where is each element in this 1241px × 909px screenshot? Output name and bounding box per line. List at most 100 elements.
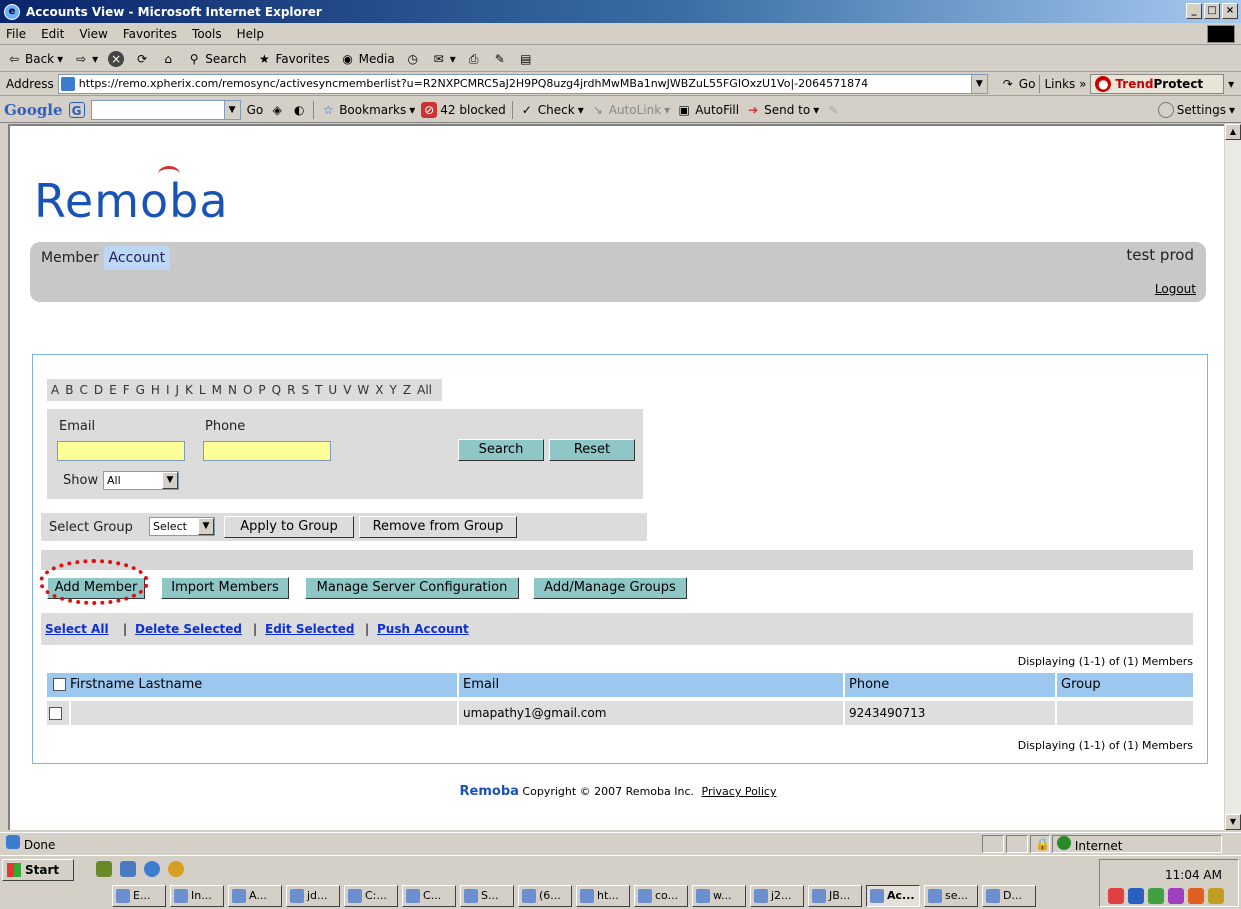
show-select[interactable]: All ▼ — [103, 471, 179, 490]
column-header-email[interactable]: Email — [459, 673, 845, 697]
taskbar-item[interactable]: w... — [692, 885, 746, 907]
letter-filter-t[interactable]: T — [315, 383, 322, 397]
close-button[interactable]: × — [1222, 3, 1238, 19]
select-all-link[interactable]: Select All — [45, 622, 109, 636]
letter-filter-m[interactable]: M — [212, 383, 222, 397]
discuss-button[interactable]: ▤ — [518, 51, 534, 67]
letter-filter-p[interactable]: P — [258, 383, 265, 397]
taskbar-item[interactable]: jd... — [286, 885, 340, 907]
autolink-button[interactable]: ↘ AutoLink ▾ — [590, 102, 671, 118]
search-button[interactable]: ⚲ Search — [186, 51, 247, 67]
remove-from-group-button[interactable]: Remove from Group — [359, 516, 517, 538]
google-go-button[interactable]: Go — [247, 103, 264, 117]
manage-server-configuration-button[interactable]: Manage Server Configuration — [305, 577, 519, 599]
maximize-button[interactable]: □ — [1204, 3, 1220, 19]
taskbar-item[interactable]: ht... — [576, 885, 630, 907]
letter-filter-y[interactable]: Y — [390, 383, 397, 397]
letter-filter-l[interactable]: L — [199, 383, 206, 397]
taskbar-item[interactable]: A... — [228, 885, 282, 907]
reset-button[interactable]: Reset — [549, 439, 635, 461]
clock[interactable]: 11:04 AM — [1165, 868, 1222, 882]
autofill-button[interactable]: ▣ AutoFill — [676, 102, 740, 118]
menu-edit[interactable]: Edit — [41, 27, 64, 41]
go-button[interactable]: ↷ Go — [1000, 76, 1036, 92]
menu-view[interactable]: View — [79, 27, 107, 41]
menu-tools[interactable]: Tools — [192, 27, 222, 41]
letter-filter-g[interactable]: G — [136, 383, 145, 397]
letter-filter-a[interactable]: A — [51, 383, 59, 397]
settings-button[interactable]: Settings ▾ — [1157, 101, 1235, 118]
spellcheck-button[interactable]: ✓ Check ▾ — [519, 102, 584, 118]
letter-filter-u[interactable]: U — [328, 383, 337, 397]
search-button[interactable]: Search — [458, 439, 544, 461]
taskbar-item[interactable]: In... — [170, 885, 224, 907]
letter-filter-k[interactable]: K — [185, 383, 193, 397]
tray-security-icon[interactable] — [1148, 888, 1164, 904]
letter-filter-b[interactable]: B — [65, 383, 73, 397]
add-manage-groups-button[interactable]: Add/Manage Groups — [533, 577, 687, 599]
scroll-up-icon[interactable]: ▲ — [1225, 124, 1241, 140]
import-members-button[interactable]: Import Members — [161, 577, 289, 599]
toolbar-chevron-icon[interactable]: ▾ — [1228, 77, 1234, 91]
scroll-down-icon[interactable]: ▼ — [1225, 814, 1241, 830]
column-header-group[interactable]: Group — [1057, 673, 1193, 697]
push-account-link[interactable]: Push Account — [377, 622, 469, 636]
menu-favorites[interactable]: Favorites — [123, 27, 177, 41]
group-select[interactable]: Select ▼ — [149, 517, 215, 536]
address-dropdown-icon[interactable]: ▼ — [970, 74, 987, 93]
quicklaunch-ie-icon[interactable] — [144, 861, 160, 877]
letter-filter-all[interactable]: All — [417, 383, 432, 397]
sendto-button[interactable]: ➔ Send to ▾ — [745, 102, 819, 118]
column-header-name[interactable]: Firstname Lastname — [47, 673, 459, 697]
tray-java-icon[interactable] — [1208, 888, 1224, 904]
print-button[interactable]: ⎙ — [466, 51, 482, 67]
letter-filter-q[interactable]: Q — [272, 383, 281, 397]
home-button[interactable]: ⌂ — [160, 51, 176, 67]
minimize-button[interactable]: _ — [1186, 3, 1202, 19]
trendprotect-button[interactable]: ● Trend Protect — [1090, 73, 1225, 94]
show-desktop-icon[interactable] — [96, 861, 112, 877]
taskbar-item[interactable]: D... — [982, 885, 1036, 907]
taskbar-item[interactable]: S... — [460, 885, 514, 907]
taskbar-item[interactable]: E... — [112, 885, 166, 907]
row-name[interactable] — [71, 701, 459, 725]
logout-link[interactable]: Logout — [1155, 282, 1196, 296]
letter-filter-h[interactable]: H — [151, 383, 160, 397]
edit-button[interactable]: ✎ — [492, 51, 508, 67]
forward-button[interactable]: ⇨ ▾ — [73, 51, 98, 67]
stop-button[interactable]: × — [108, 50, 125, 67]
bookmarks-button[interactable]: ☆ Bookmarks ▾ — [320, 102, 415, 118]
google-dropdown-icon[interactable]: ▼ — [223, 100, 240, 119]
letter-filter-z[interactable]: Z — [403, 383, 411, 397]
popup-blocker-button[interactable]: ⊘ 42 blocked — [421, 101, 506, 118]
refresh-button[interactable]: ⟳ — [134, 51, 150, 67]
letter-filter-o[interactable]: O — [243, 383, 252, 397]
menu-file[interactable]: File — [6, 27, 26, 41]
email-field[interactable] — [57, 441, 185, 461]
google-news-icon[interactable]: ◈ — [269, 102, 285, 118]
favorites-button[interactable]: ★ Favorites — [256, 51, 330, 67]
apply-to-group-button[interactable]: Apply to Group — [224, 516, 354, 538]
menu-help[interactable]: Help — [237, 27, 264, 41]
taskbar-item[interactable]: C... — [402, 885, 456, 907]
back-button[interactable]: ⇦ Back ▾ — [6, 51, 63, 67]
pagerank-icon[interactable]: ◐ — [291, 102, 307, 118]
address-input[interactable]: https://remo.xpherix.com/remosync/active… — [57, 73, 988, 94]
letter-filter-d[interactable]: D — [94, 383, 103, 397]
letter-filter-i[interactable]: I — [166, 383, 170, 397]
start-button[interactable]: Start — [2, 859, 74, 881]
tray-volume-icon[interactable] — [1108, 888, 1124, 904]
history-button[interactable]: ◷ — [405, 51, 421, 67]
letter-filter-s[interactable]: S — [301, 383, 309, 397]
tray-app-icon[interactable] — [1168, 888, 1184, 904]
letter-filter-n[interactable]: N — [228, 383, 237, 397]
google-g-icon[interactable]: G — [68, 101, 85, 118]
letter-filter-c[interactable]: C — [79, 383, 87, 397]
delete-selected-link[interactable]: Delete Selected — [135, 622, 242, 636]
google-search-input[interactable]: ▼ — [90, 99, 241, 120]
taskbar-item[interactable]: j2... — [750, 885, 804, 907]
letter-filter-r[interactable]: R — [287, 383, 295, 397]
letter-filter-j[interactable]: J — [175, 383, 179, 397]
quicklaunch-messenger-icon[interactable] — [168, 861, 184, 877]
letter-filter-w[interactable]: W — [357, 383, 369, 397]
